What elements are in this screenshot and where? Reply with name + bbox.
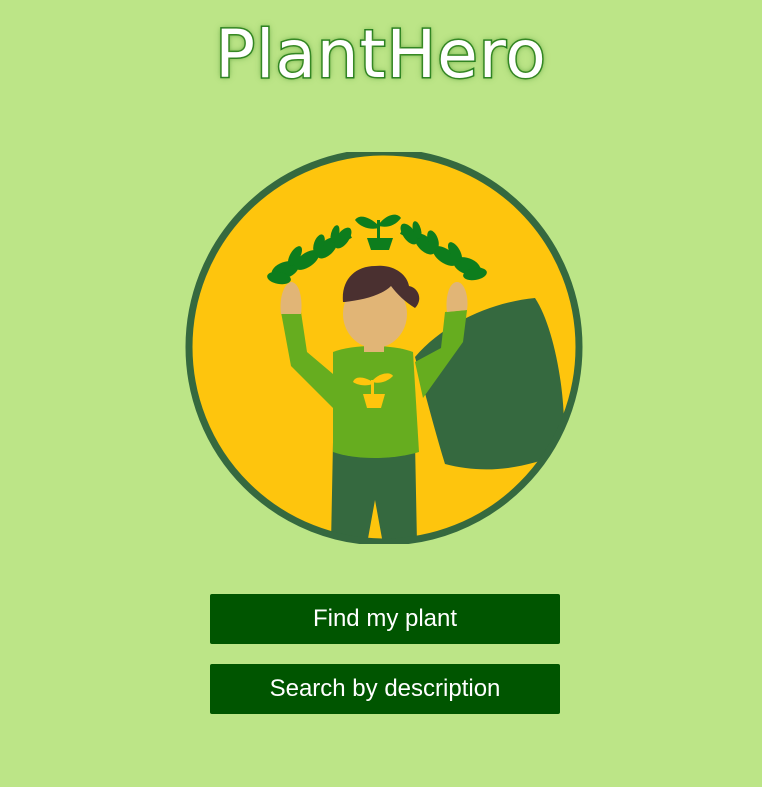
app-title: PlantHero: [214, 16, 548, 93]
search-by-description-button[interactable]: Search by description: [210, 664, 560, 714]
plant-superhero-icon: [185, 152, 583, 544]
hero-logo: [183, 152, 585, 544]
find-my-plant-button[interactable]: Find my plant: [210, 594, 560, 644]
